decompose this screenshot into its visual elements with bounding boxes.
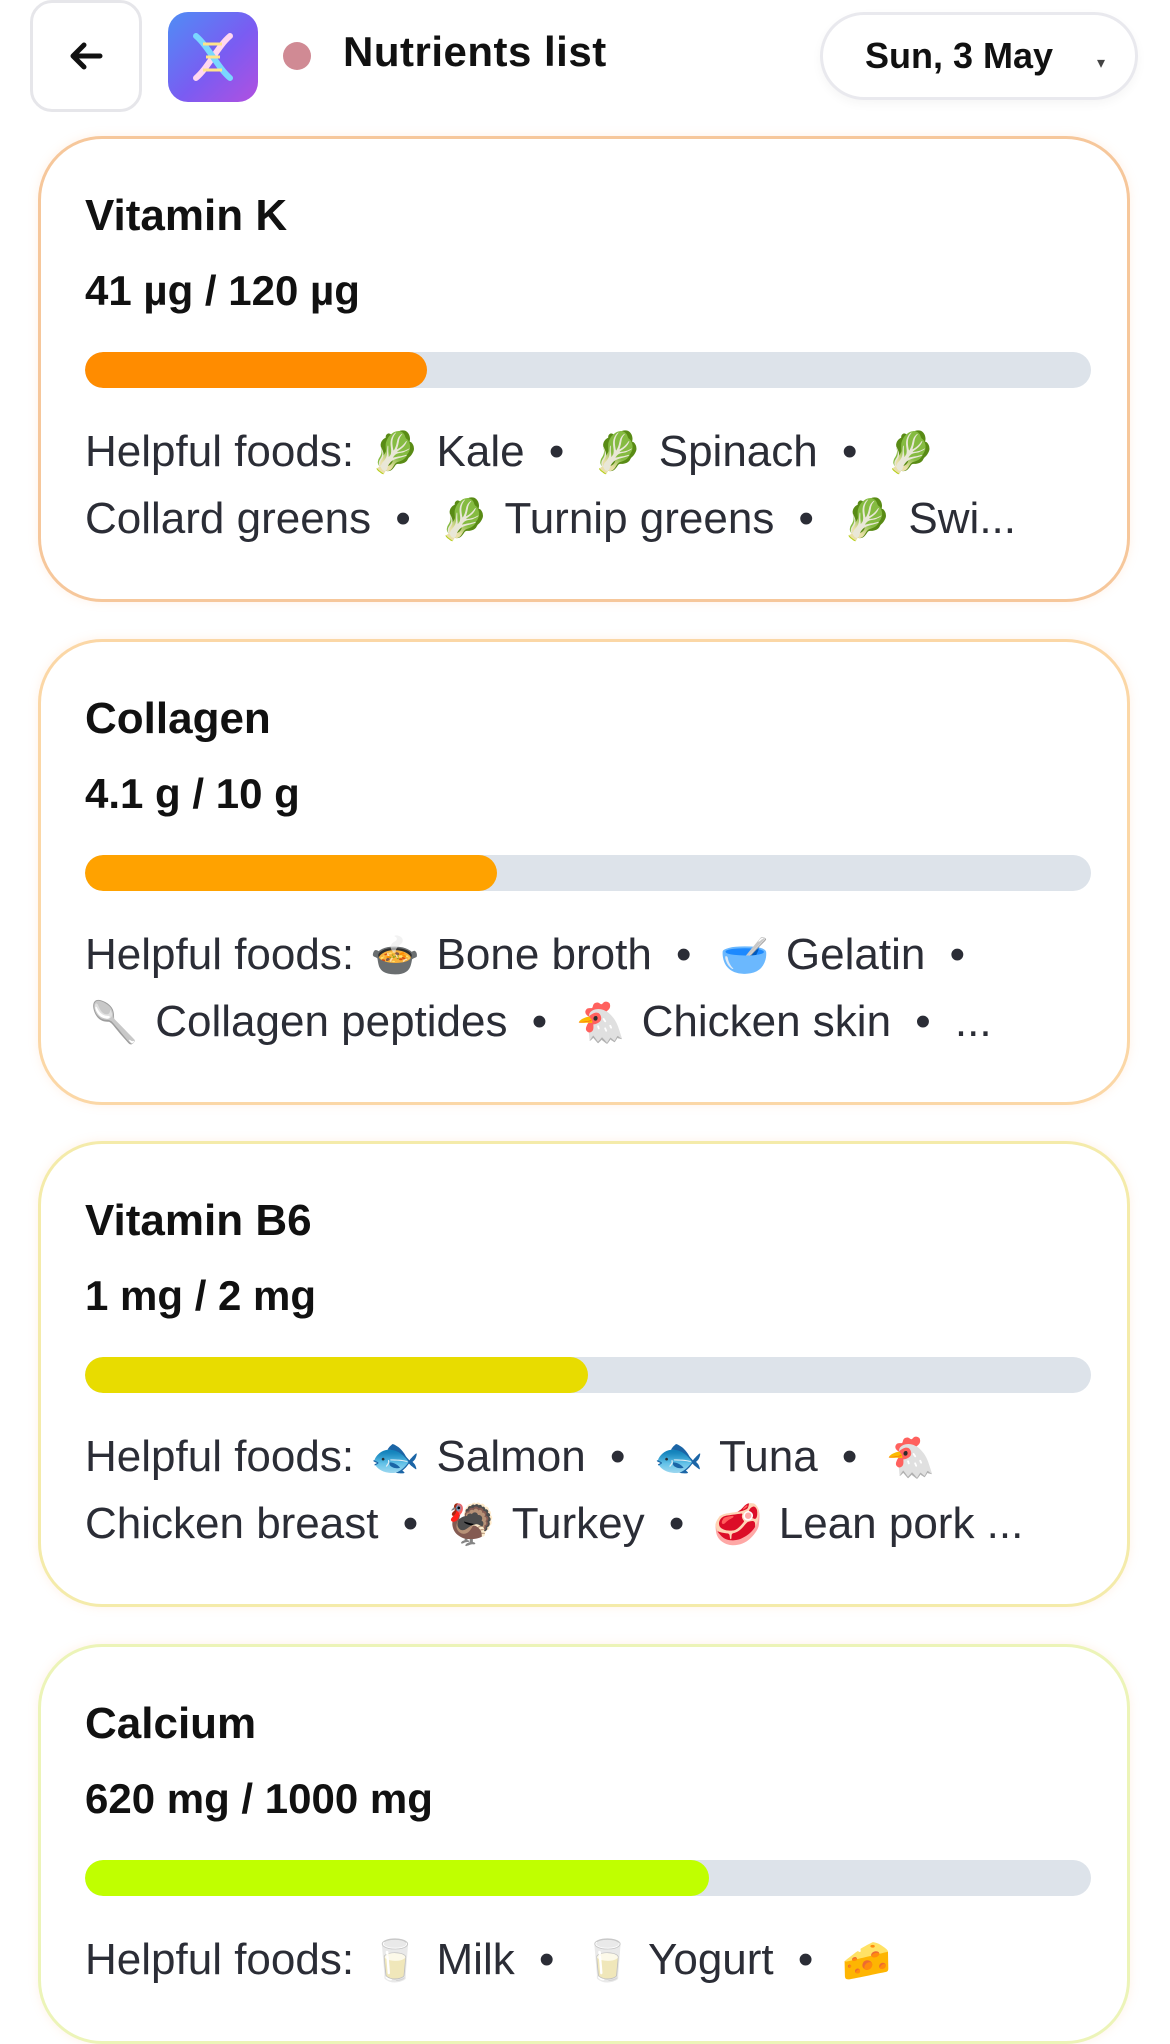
separator-dot: • <box>548 427 565 476</box>
separator-dot: • <box>798 494 814 543</box>
food-emoji-icon: 🥬 <box>370 431 421 475</box>
nutrient-name: Calcium <box>85 1699 257 1748</box>
food-item: Turnip greens <box>504 494 775 543</box>
nutrient-card[interactable]: Collagen 4.1 g / 10 g Helpful foods: 🍲 Bon… <box>38 639 1130 1105</box>
food-emoji-icon: 🥛 <box>582 1939 633 1983</box>
food-emoji-icon: 🦃 <box>446 1503 497 1547</box>
food-item: Swi... <box>908 494 1016 543</box>
date-label: Sun, 3 May <box>865 35 1054 76</box>
food-emoji-icon: 🐟 <box>653 1436 704 1480</box>
helpful-foods-label: Helpful foods: <box>85 1935 355 1984</box>
food-item: Spinach <box>658 427 818 476</box>
date-selector[interactable]: Sun, 3 May ▾ <box>820 12 1138 100</box>
progress-bar <box>85 1357 1091 1393</box>
page-title: Nutrients list <box>343 28 607 75</box>
nutrient-card[interactable]: Vitamin B6 1 mg / 2 mg Helpful foods: 🐟 Sa… <box>38 1141 1130 1607</box>
separator-dot: • <box>915 997 931 1046</box>
food-emoji-icon: 🐟 <box>370 1436 421 1480</box>
progress-bar <box>85 352 1091 388</box>
progress-bar-fill <box>85 1860 709 1896</box>
helpful-foods: Helpful foods: 🐟 Salmon • 🐟 Tuna • 🐔 Chi… <box>85 1424 1095 1556</box>
dna-icon <box>193 33 233 81</box>
separator-dot: • <box>609 1432 626 1481</box>
helpful-foods: Helpful foods: 🍲 Bone broth • 🥣 Gelatin … <box>85 922 1095 1054</box>
food-item: Gelatin <box>785 930 926 979</box>
food-emoji-icon: 🥩 <box>712 1503 763 1547</box>
food-item: Chicken skin <box>641 997 892 1046</box>
food-emoji-icon: 🍲 <box>370 934 421 978</box>
helpful-foods-label: Helpful foods: <box>85 1432 355 1481</box>
separator-dot: • <box>395 494 411 543</box>
nutrient-card[interactable]: Calcium 620 mg / 1000 mg Helpful foods: 🥛 … <box>38 1644 1130 2044</box>
status-dot <box>283 42 311 70</box>
separator-dot: • <box>668 1499 685 1548</box>
progress-bar-fill <box>85 855 498 891</box>
food-item: Bone broth <box>436 930 652 979</box>
food-item: Turkey <box>511 1499 645 1548</box>
nutrient-name: Vitamin K <box>85 191 288 240</box>
nutrient-name: Vitamin B6 <box>85 1196 312 1245</box>
separator-dot: • <box>841 1432 858 1481</box>
food-emoji-icon: 🥬 <box>842 498 893 542</box>
food-item: Collard greens <box>85 494 372 543</box>
food-emoji-icon: 🐔 <box>575 1001 626 1045</box>
food-emoji-icon: 🥬 <box>439 498 489 542</box>
food-item: Salmon <box>436 1432 586 1481</box>
helpful-foods-label: Helpful foods: <box>85 427 355 476</box>
nutrient-amount: 41 µg / 120 µg <box>85 267 360 314</box>
progress-bar <box>85 1860 1091 1896</box>
food-emoji-icon: 🥬 <box>592 431 643 475</box>
food-item: Collagen peptides <box>155 997 508 1046</box>
separator-dot: • <box>676 930 692 979</box>
food-emoji-icon: 🥄 <box>89 1001 139 1045</box>
progress-bar-fill <box>85 1357 588 1393</box>
nutrient-amount: 620 mg / 1000 mg <box>85 1775 433 1822</box>
food-item: Milk <box>436 1935 515 1984</box>
chevron-down-icon: ▾ <box>1096 55 1105 72</box>
food-emoji-icon: 🥛 <box>370 1939 421 1983</box>
food-emoji-icon: 🥣 <box>719 934 770 978</box>
helpful-foods: Helpful foods: 🥬 Kale • 🥬 Spinach • 🥬 Co… <box>85 419 1095 551</box>
progress-bar <box>85 855 1091 891</box>
separator-dot: • <box>538 1935 555 1984</box>
back-button[interactable] <box>30 0 142 112</box>
food-item: Yogurt <box>648 1935 774 1984</box>
app-logo <box>168 12 258 102</box>
separator-dot: • <box>841 427 858 476</box>
food-emoji-icon: 🧀 <box>841 1939 892 1983</box>
food-emoji-icon: 🥬 <box>885 431 936 475</box>
nutrient-card[interactable]: Vitamin K 41 µg / 120 µg Helpful foods: 🥬 … <box>38 136 1130 602</box>
separator-dot: • <box>531 997 548 1046</box>
separator-dot: • <box>402 1499 419 1548</box>
nutrient-amount: 1 mg / 2 mg <box>85 1272 317 1319</box>
top-bar: Nutrients list Sun, 3 May ▾ <box>0 0 1170 120</box>
food-item: Chicken breast <box>85 1499 379 1548</box>
nutrient-name: Collagen <box>85 694 271 743</box>
food-item: ... <box>954 997 992 1046</box>
food-item: Lean pork ... <box>778 1499 1024 1548</box>
food-item: Kale <box>436 427 525 476</box>
food-item: Tuna <box>719 1432 818 1481</box>
separator-dot: • <box>949 930 965 979</box>
food-emoji-icon: 🐔 <box>885 1436 936 1480</box>
arrow-left-icon <box>70 42 103 70</box>
nutrient-amount: 4.1 g / 10 g <box>85 770 300 817</box>
helpful-foods: Helpful foods: 🥛 Milk • 🥛 Yogurt • 🧀 <box>85 1927 1095 1994</box>
helpful-foods-label: Helpful foods: <box>85 930 355 979</box>
separator-dot: • <box>797 1935 814 1984</box>
progress-bar-fill <box>85 352 428 388</box>
